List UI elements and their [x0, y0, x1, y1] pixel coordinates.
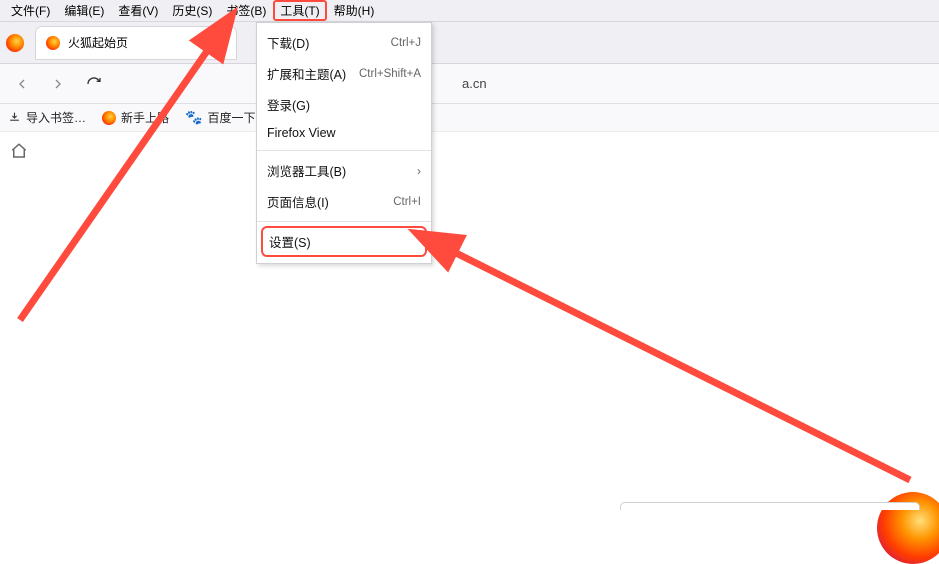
- tab-title: 火狐起始页: [68, 34, 212, 51]
- menu-separator: [257, 150, 431, 151]
- menu-item-addons[interactable]: 扩展和主题(A) Ctrl+Shift+A: [257, 58, 431, 89]
- nav-toolbar: a.cn: [0, 64, 939, 104]
- bookmarks-toolbar: 导入书签… 新手上路 🐾 百度一下，: [0, 104, 939, 132]
- menu-item-signin[interactable]: 登录(G): [257, 89, 431, 120]
- reload-button[interactable]: [80, 70, 108, 98]
- bookmark-label: 新手上路: [121, 109, 169, 126]
- import-bookmarks-label: 导入书签…: [26, 109, 86, 126]
- tab-strip: 火狐起始页 ×: [0, 22, 939, 64]
- menu-file[interactable]: 文件(F): [4, 0, 57, 21]
- close-icon[interactable]: ×: [218, 35, 226, 51]
- import-bookmarks-button[interactable]: 导入书签…: [8, 109, 86, 126]
- menu-item-label: 扩展和主题(A): [267, 64, 346, 83]
- search-box-edge[interactable]: [620, 502, 920, 510]
- menu-bar: 文件(F) 编辑(E) 查看(V) 历史(S) 书签(B) 工具(T) 帮助(H…: [0, 0, 939, 22]
- baidu-paw-icon: 🐾: [185, 109, 202, 126]
- page-content: [0, 132, 939, 512]
- menu-item-shortcut: Ctrl+I: [393, 196, 421, 208]
- firefox-icon: [102, 111, 116, 125]
- bookmark-item-getting-started[interactable]: 新手上路: [102, 109, 169, 126]
- firefox-logo-icon: [6, 34, 24, 52]
- menu-help[interactable]: 帮助(H): [327, 0, 382, 21]
- tools-menu-dropdown: 下载(D) Ctrl+J 扩展和主题(A) Ctrl+Shift+A 登录(G)…: [256, 22, 432, 264]
- menu-item-shortcut: Ctrl+J: [391, 37, 421, 49]
- menu-edit[interactable]: 编辑(E): [57, 0, 111, 21]
- back-button[interactable]: [8, 70, 36, 98]
- menu-view[interactable]: 查看(V): [111, 0, 165, 21]
- menu-item-settings[interactable]: 设置(S): [261, 226, 427, 257]
- menu-item-browser-tools[interactable]: 浏览器工具(B) ›: [257, 155, 431, 186]
- menu-item-label: 页面信息(I): [267, 192, 329, 211]
- menu-item-label: Firefox View: [267, 126, 336, 140]
- import-icon: [8, 111, 21, 124]
- forward-button[interactable]: [44, 70, 72, 98]
- menu-history[interactable]: 历史(S): [165, 0, 219, 21]
- menu-item-downloads[interactable]: 下载(D) Ctrl+J: [257, 27, 431, 58]
- menu-item-firefox-view[interactable]: Firefox View: [257, 120, 431, 146]
- browser-tab[interactable]: 火狐起始页 ×: [36, 27, 236, 59]
- menu-item-page-info[interactable]: 页面信息(I) Ctrl+I: [257, 186, 431, 217]
- menu-bookmarks[interactable]: 书签(B): [219, 0, 273, 21]
- url-fragment: a.cn: [462, 76, 487, 91]
- tab-favicon-icon: [46, 36, 60, 50]
- menu-tools[interactable]: 工具(T): [273, 0, 326, 21]
- menu-item-label: 登录(G): [267, 95, 310, 114]
- menu-item-shortcut: Ctrl+Shift+A: [359, 68, 421, 80]
- menu-separator: [257, 221, 431, 222]
- menu-item-label: 浏览器工具(B): [267, 161, 346, 180]
- chevron-right-icon: ›: [417, 164, 421, 178]
- home-icon[interactable]: [10, 142, 28, 163]
- menu-item-label: 下载(D): [267, 33, 309, 52]
- menu-item-label: 设置(S): [269, 232, 311, 251]
